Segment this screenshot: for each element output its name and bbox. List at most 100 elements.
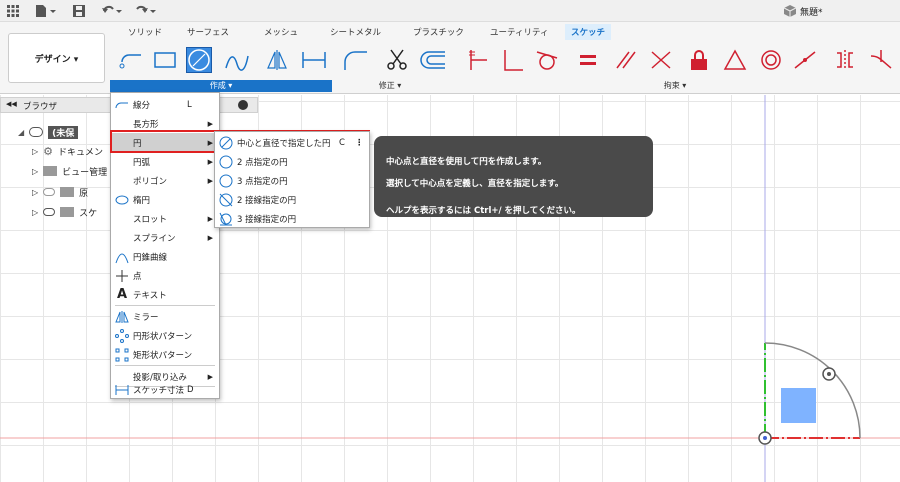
symmetry-constraint-icon[interactable] [832,47,858,73]
workspace-selector[interactable]: デザイン ▾ [8,33,105,83]
trim-tool-icon[interactable] [384,47,410,73]
menu-item-text[interactable]: A テキスト [111,285,219,304]
circle-submenu: 中心と直径で指定した円 C ⋮ 2 点指定の円 3 点指定の円 2 接線指定の円 3… [214,131,370,228]
tab-solid[interactable]: ソリッド [128,26,162,38]
menu-item-spline[interactable]: スプライン ▶ [111,228,219,247]
conic-icon [115,250,129,264]
menu-item-circle[interactable]: 円 ▶ [111,133,219,152]
create-group-button[interactable]: 作成 ▾ [110,80,332,92]
horizontal-vertical-constraint-icon[interactable] [792,47,818,73]
center-diameter-circle-icon [219,136,233,150]
line-icon [115,98,129,112]
submenu-arrow-icon: ▶ [207,157,213,166]
menu-item-rectangular-pattern[interactable]: 矩形状パターン [111,345,219,364]
expand-icon[interactable]: ▷ [32,147,38,156]
ribbon-tabs: ソリッド サーフェス メッシュ シートメタル プラスチック ユーティリティ スケ… [0,22,900,42]
dimension-icon [115,383,129,397]
menu-item-arc[interactable]: 円弧 ▶ [111,152,219,171]
tree-item-document[interactable]: ▷ ⚙ ドキュメン [32,142,103,160]
menu-item-conic[interactable]: 円錐曲線 [111,247,219,266]
offset-tool-icon[interactable] [418,47,448,73]
rectangular-pattern-icon [115,348,129,362]
tab-plastic[interactable]: プラスチック [413,26,464,38]
three-point-circle-icon [219,174,233,188]
submenu-item-2point-circle[interactable]: 2 点指定の円 [215,152,369,171]
menu-item-ellipse[interactable]: 楕円 [111,190,219,209]
submenu-item-3tangent-circle[interactable]: 3 接線指定の円 [215,209,369,228]
sketch-dimension-icon[interactable] [301,47,327,73]
tab-utility[interactable]: ユーティリティ [490,26,548,38]
parallel-constraint-icon[interactable] [612,47,638,73]
menu-item-sketch-dimension[interactable]: スケッチ寸法 D [111,380,219,399]
folder-icon [43,166,58,176]
ellipse-icon [115,193,129,207]
two-point-circle-icon [219,155,233,169]
collinear-constraint-icon[interactable] [648,47,674,73]
tab-sketch[interactable]: スケッチ [565,24,612,40]
tab-surface[interactable]: サーフェス [187,26,229,38]
expand-icon[interactable]: ▷ [32,167,38,176]
app-grid-icon[interactable] [6,3,20,19]
collapse-arrow-icon[interactable]: ◀◀ [6,100,17,108]
expand-icon[interactable]: ▷ [32,188,38,197]
concentric-constraint-icon[interactable] [758,47,784,73]
spline-tool-icon[interactable] [224,47,250,73]
submenu-item-2tangent-circle[interactable]: 2 接線指定の円 [215,190,369,209]
visibility-eye-icon[interactable] [29,127,44,137]
undo-icon[interactable] [100,3,124,19]
tree-item-origin[interactable]: ▷ 原 [32,183,88,201]
save-icon[interactable] [72,3,86,19]
mirror-icon [115,310,129,324]
tree-item-label: スケ [79,208,98,219]
file-menu-icon[interactable] [34,3,58,19]
rectangle-tool-icon[interactable] [152,47,178,73]
coincident-constraint-icon[interactable] [466,47,492,73]
equal-constraint-icon[interactable] [575,47,601,73]
text-icon: A [116,287,128,302]
minimize-icon[interactable] [238,100,248,110]
tab-sheet-metal[interactable]: シートメタル [330,26,381,38]
submenu-item-center-diameter-circle[interactable]: 中心と直径で指定した円 C ⋮ [215,133,369,152]
tangent-constraint-icon[interactable] [534,47,560,73]
menu-item-rectangle[interactable]: 長方形 ▶ [111,114,219,133]
folder-icon [60,187,75,197]
hidden-eye-icon[interactable] [43,188,56,196]
circle-tool-icon[interactable] [186,47,212,73]
menu-item-polygon[interactable]: ポリゴン ▶ [111,171,219,190]
circular-pattern-icon [115,328,129,343]
gear-icon: ⚙ [43,144,54,158]
constraints-group-button[interactable]: 拘束 ▾ [655,80,695,92]
submenu-arrow-icon: ▶ [207,138,213,147]
more-options-icon[interactable]: ⋮ [355,138,364,148]
tab-mesh[interactable]: メッシュ [264,26,298,38]
menu-item-mirror[interactable]: ミラー [111,307,219,326]
expand-icon[interactable]: ◢ [18,128,24,137]
create-dropdown-menu: 線分 L 長方形 ▶ 円 ▶ 円弧 ▶ ポリゴン ▶ 楕円 スロット ▶ スプライン ▶ 円錐… [110,92,220,399]
perpendicular-constraint-icon[interactable] [500,47,526,73]
tree-item-root[interactable]: ◢ (未保 [18,123,79,141]
point-icon [115,269,129,283]
visibility-eye-icon[interactable] [43,208,56,216]
submenu-arrow-icon: ▶ [207,214,213,223]
top-toolbar: 無題* [0,0,900,22]
menu-item-line[interactable]: 線分 L [111,95,219,114]
menu-item-slot[interactable]: スロット ▶ [111,209,219,228]
tooltip-line-2: 選択して中心点を定義し、直径を指定します。 [386,179,564,189]
mirror-tool-icon[interactable] [264,47,290,73]
redo-icon[interactable] [134,3,158,19]
menu-item-circular-pattern[interactable]: 円形状パターン [111,326,219,345]
document-title: 無題* [800,8,823,18]
menu-item-point[interactable]: 点 [111,266,219,285]
folder-icon [60,207,75,217]
curvature-constraint-icon[interactable] [868,47,894,73]
submenu-item-3point-circle[interactable]: 3 点指定の円 [215,171,369,190]
tree-item-view[interactable]: ▷ ビュー管理 [32,162,107,180]
modify-group-button[interactable]: 修正 ▾ [370,80,410,92]
two-tangent-circle-icon [219,193,233,207]
midpoint-constraint-icon[interactable] [722,47,748,73]
tree-item-sketches[interactable]: ▷ スケ [32,203,97,221]
line-tool-icon[interactable] [118,47,144,73]
fix-constraint-icon[interactable] [686,47,712,73]
fillet-tool-icon[interactable] [343,47,369,73]
expand-icon[interactable]: ▷ [32,208,38,217]
